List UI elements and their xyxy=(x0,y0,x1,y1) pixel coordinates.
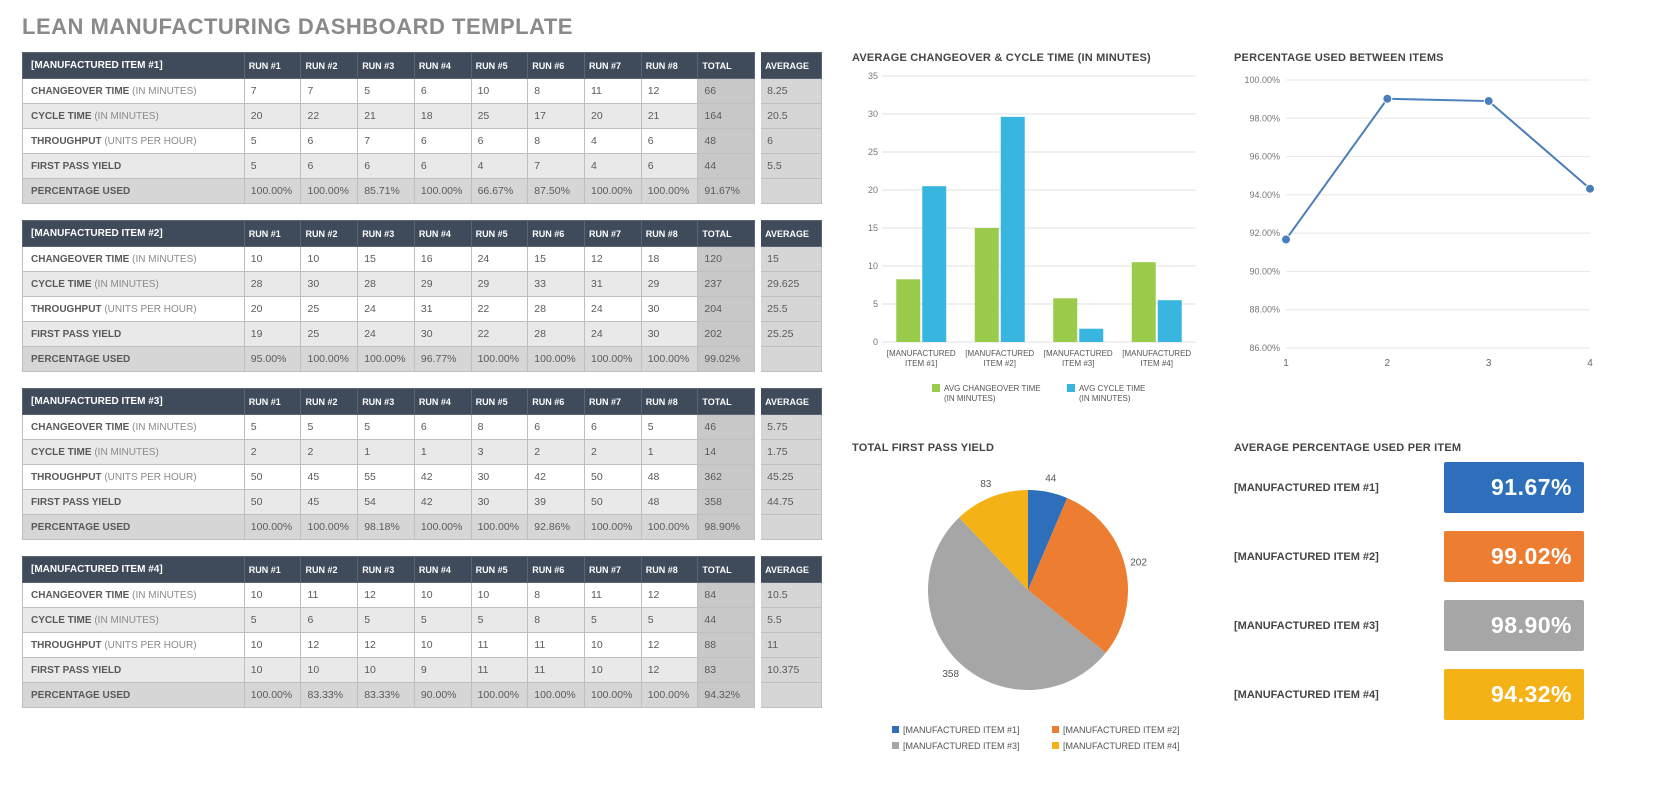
svg-text:94.00%: 94.00% xyxy=(1249,190,1280,200)
svg-text:96.00%: 96.00% xyxy=(1249,152,1280,162)
line-chart: PERCENTAGE USED BETWEEN ITEMS 86.00% 88.0… xyxy=(1234,52,1606,412)
line-chart-title: PERCENTAGE USED BETWEEN ITEMS xyxy=(1234,52,1606,64)
kpi-label-2: [MANUFACTURED ITEM #2] xyxy=(1234,551,1424,563)
kpi-label-3: [MANUFACTURED ITEM #3] xyxy=(1234,620,1424,632)
svg-text:3: 3 xyxy=(1486,358,1492,369)
svg-text:10: 10 xyxy=(868,261,878,271)
kpi-tile-1: 91.67% xyxy=(1444,462,1584,513)
pie-chart-svg: 44 202 358 83 [MANUFACTURED ITEM #1] [MANUFAC… xyxy=(852,462,1204,762)
svg-text:83: 83 xyxy=(980,479,992,490)
svg-text:358: 358 xyxy=(942,669,959,680)
svg-text:30: 30 xyxy=(868,109,878,119)
kpi-block: AVERAGE PERCENTAGE USED PER ITEM [MANUFA… xyxy=(1234,442,1606,762)
svg-text:25: 25 xyxy=(868,147,878,157)
item-name: [MANUFACTURED ITEM #4] xyxy=(22,556,245,583)
svg-text:202: 202 xyxy=(1130,557,1147,568)
bar-chart-svg: 05101520253035[MANUFACTUREDITEM #1][MANU… xyxy=(852,72,1204,412)
kpi-tile-4: 94.32% xyxy=(1444,669,1584,720)
item-table-4: [MANUFACTURED ITEM #4]RUN #1RUN #2RUN #3… xyxy=(22,556,822,708)
svg-text:ITEM #3]: ITEM #3] xyxy=(1062,359,1094,368)
svg-text:[MANUFACTURED: [MANUFACTURED xyxy=(887,349,956,358)
kpi-label-1: [MANUFACTURED ITEM #1] xyxy=(1234,482,1424,494)
svg-text:100.00%: 100.00% xyxy=(1244,75,1280,85)
svg-text:98.00%: 98.00% xyxy=(1249,113,1280,123)
svg-text:4: 4 xyxy=(1587,358,1593,369)
svg-text:2: 2 xyxy=(1385,358,1391,369)
svg-text:1: 1 xyxy=(1283,358,1289,369)
svg-text:(IN MINUTES): (IN MINUTES) xyxy=(1079,394,1131,403)
kpi-tile-2: 99.02% xyxy=(1444,531,1584,582)
svg-text:[MANUFACTURED: [MANUFACTURED xyxy=(965,349,1034,358)
svg-text:[MANUFACTURED ITEM #3]: [MANUFACTURED ITEM #3] xyxy=(903,741,1020,751)
charts-column: AVERAGE CHANGEOVER & CYCLE TIME (IN MINU… xyxy=(852,52,1644,762)
svg-text:ITEM #4]: ITEM #4] xyxy=(1141,359,1173,368)
item-table-2: [MANUFACTURED ITEM #2]RUN #1RUN #2RUN #3… xyxy=(22,220,822,372)
svg-text:5: 5 xyxy=(873,299,878,309)
svg-text:AVG CYCLE TIME: AVG CYCLE TIME xyxy=(1079,384,1145,393)
svg-text:[MANUFACTURED ITEM #2]: [MANUFACTURED ITEM #2] xyxy=(1063,725,1180,735)
svg-text:[MANUFACTURED ITEM #1]: [MANUFACTURED ITEM #1] xyxy=(903,725,1020,735)
line-chart-svg: 86.00% 88.00% 90.00% 92.00% 94.00% 96.00% 98.0… xyxy=(1234,72,1606,372)
kpi-title: AVERAGE PERCENTAGE USED PER ITEM xyxy=(1234,442,1606,454)
bar-chart: AVERAGE CHANGEOVER & CYCLE TIME (IN MINU… xyxy=(852,52,1204,412)
item-table-1: [MANUFACTURED ITEM #1]RUN #1RUN #2RUN #3… xyxy=(22,52,822,204)
bar-chart-title: AVERAGE CHANGEOVER & CYCLE TIME (IN MINU… xyxy=(852,52,1204,64)
svg-text:90.00%: 90.00% xyxy=(1249,266,1280,276)
item-name: [MANUFACTURED ITEM #2] xyxy=(22,220,245,247)
kpi-label-4: [MANUFACTURED ITEM #4] xyxy=(1234,689,1424,701)
svg-text:44: 44 xyxy=(1045,473,1057,484)
page-title: LEAN MANUFACTURING DASHBOARD TEMPLATE xyxy=(22,14,1644,40)
svg-text:86.00%: 86.00% xyxy=(1249,343,1280,353)
pie-chart-title: TOTAL FIRST PASS YIELD xyxy=(852,442,1204,454)
svg-text:20: 20 xyxy=(868,185,878,195)
item-name: [MANUFACTURED ITEM #1] xyxy=(22,52,245,79)
dashboard-layout: [MANUFACTURED ITEM #1]RUN #1RUN #2RUN #3… xyxy=(22,52,1644,762)
tables-column: [MANUFACTURED ITEM #1]RUN #1RUN #2RUN #3… xyxy=(22,52,822,762)
svg-text:ITEM #1]: ITEM #1] xyxy=(905,359,937,368)
svg-text:[MANUFACTURED ITEM #4]: [MANUFACTURED ITEM #4] xyxy=(1063,741,1180,751)
svg-text:AVG CHANGEOVER TIME: AVG CHANGEOVER TIME xyxy=(944,384,1041,393)
svg-text:88.00%: 88.00% xyxy=(1249,305,1280,315)
svg-text:[MANUFACTURED: [MANUFACTURED xyxy=(1044,349,1113,358)
item-table-3: [MANUFACTURED ITEM #3]RUN #1RUN #2RUN #3… xyxy=(22,388,822,540)
svg-text:15: 15 xyxy=(868,223,878,233)
svg-text:ITEM #2]: ITEM #2] xyxy=(984,359,1016,368)
svg-text:[MANUFACTURED: [MANUFACTURED xyxy=(1122,349,1191,358)
pie-chart: TOTAL FIRST PASS YIELD 44 202 358 83 [MANUFA… xyxy=(852,442,1204,762)
svg-text:92.00%: 92.00% xyxy=(1249,228,1280,238)
item-name: [MANUFACTURED ITEM #3] xyxy=(22,388,245,415)
svg-text:0: 0 xyxy=(873,337,878,347)
kpi-tile-3: 98.90% xyxy=(1444,600,1584,651)
svg-text:35: 35 xyxy=(868,72,878,81)
svg-text:(IN MINUTES): (IN MINUTES) xyxy=(944,394,996,403)
